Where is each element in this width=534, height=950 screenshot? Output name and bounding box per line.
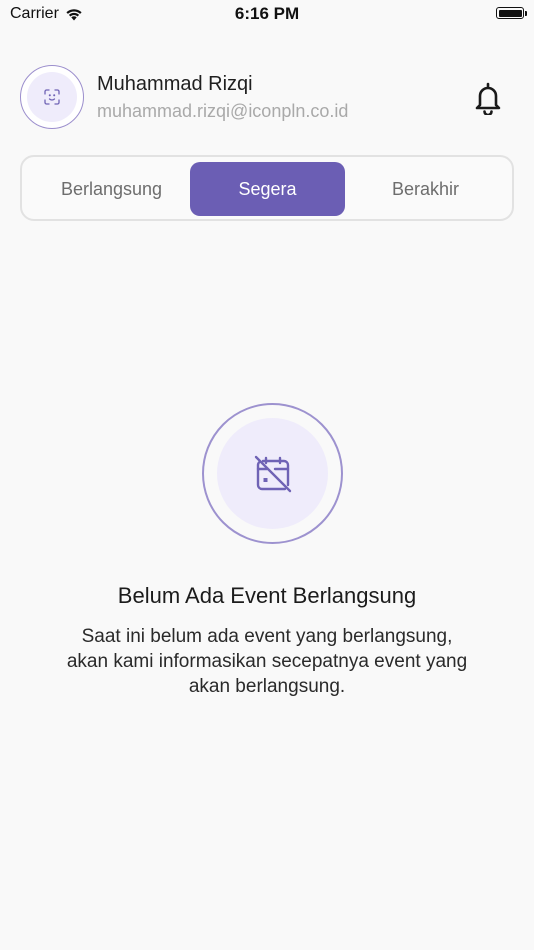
scan-face-icon xyxy=(44,89,60,105)
empty-state-illustration xyxy=(202,403,343,544)
tab-berakhir[interactable]: Berakhir xyxy=(348,162,503,216)
tab-berlangsung[interactable]: Berlangsung xyxy=(34,162,189,216)
user-name: Muhammad Rizqi xyxy=(97,73,253,95)
tab-label: Berlangsung xyxy=(60,178,163,199)
clock: 6:16 PM xyxy=(234,4,300,23)
avatar[interactable] xyxy=(20,65,84,129)
empty-state-title: Belum Ada Event Berlangsung xyxy=(117,583,417,608)
empty-state-description: Saat ini belum ada event yang berlangsun… xyxy=(66,626,468,697)
status-bar: Carrier 6:16 PM xyxy=(0,0,534,28)
user-email: muhammad.rizqi@iconpln.co.id xyxy=(97,101,349,121)
calendar-off-icon xyxy=(254,455,291,492)
event-tabs: Berlangsung Segera Berakhir xyxy=(20,155,514,221)
screen: Carrier 6:16 PM Muhammad Rizqi muhammad.… xyxy=(0,0,534,950)
battery-icon xyxy=(496,7,527,19)
tab-label: Berakhir xyxy=(391,178,460,199)
tab-label: Segera xyxy=(238,178,297,199)
notification-button[interactable] xyxy=(470,80,506,116)
tab-segera[interactable]: Segera xyxy=(190,162,345,216)
bell-icon xyxy=(475,82,501,115)
